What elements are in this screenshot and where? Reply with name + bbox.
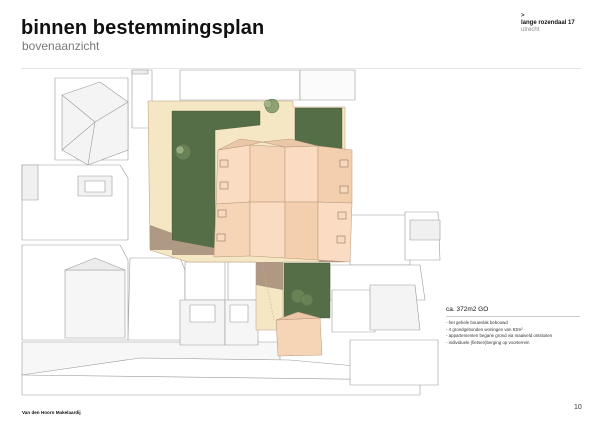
plan-note: - appartementen begane grond via maaivel… [446, 333, 553, 339]
footer-brand: Van den Hoorn Makelaardij [22, 410, 81, 415]
neighbour-building-left-low [21, 244, 129, 341]
plan-notes-list: - het gehele bouwvlak bebouwd - 4 grondg… [446, 320, 552, 346]
neighbour-buildings-front-row [127, 257, 263, 346]
neighbour-building-top [179, 69, 301, 101]
plan-note: - het gehele bouwvlak bebouwd [446, 320, 508, 325]
neighbour-building-top-left [54, 77, 129, 166]
neighbour-building-left-mid [21, 164, 129, 241]
site-plan-3d-view [21, 69, 441, 396]
bicycle-storage [275, 311, 323, 357]
summary-divider [446, 316, 580, 317]
plan-note: - 4 grondgebonden woningen van 93m² [446, 326, 523, 332]
plan-note: - individuele (fietsen)berging op voorte… [446, 339, 530, 345]
floor-area-note: ca. 372m2 GO [446, 306, 489, 313]
proposed-houses [213, 138, 353, 263]
page-number: 10 [574, 404, 582, 411]
